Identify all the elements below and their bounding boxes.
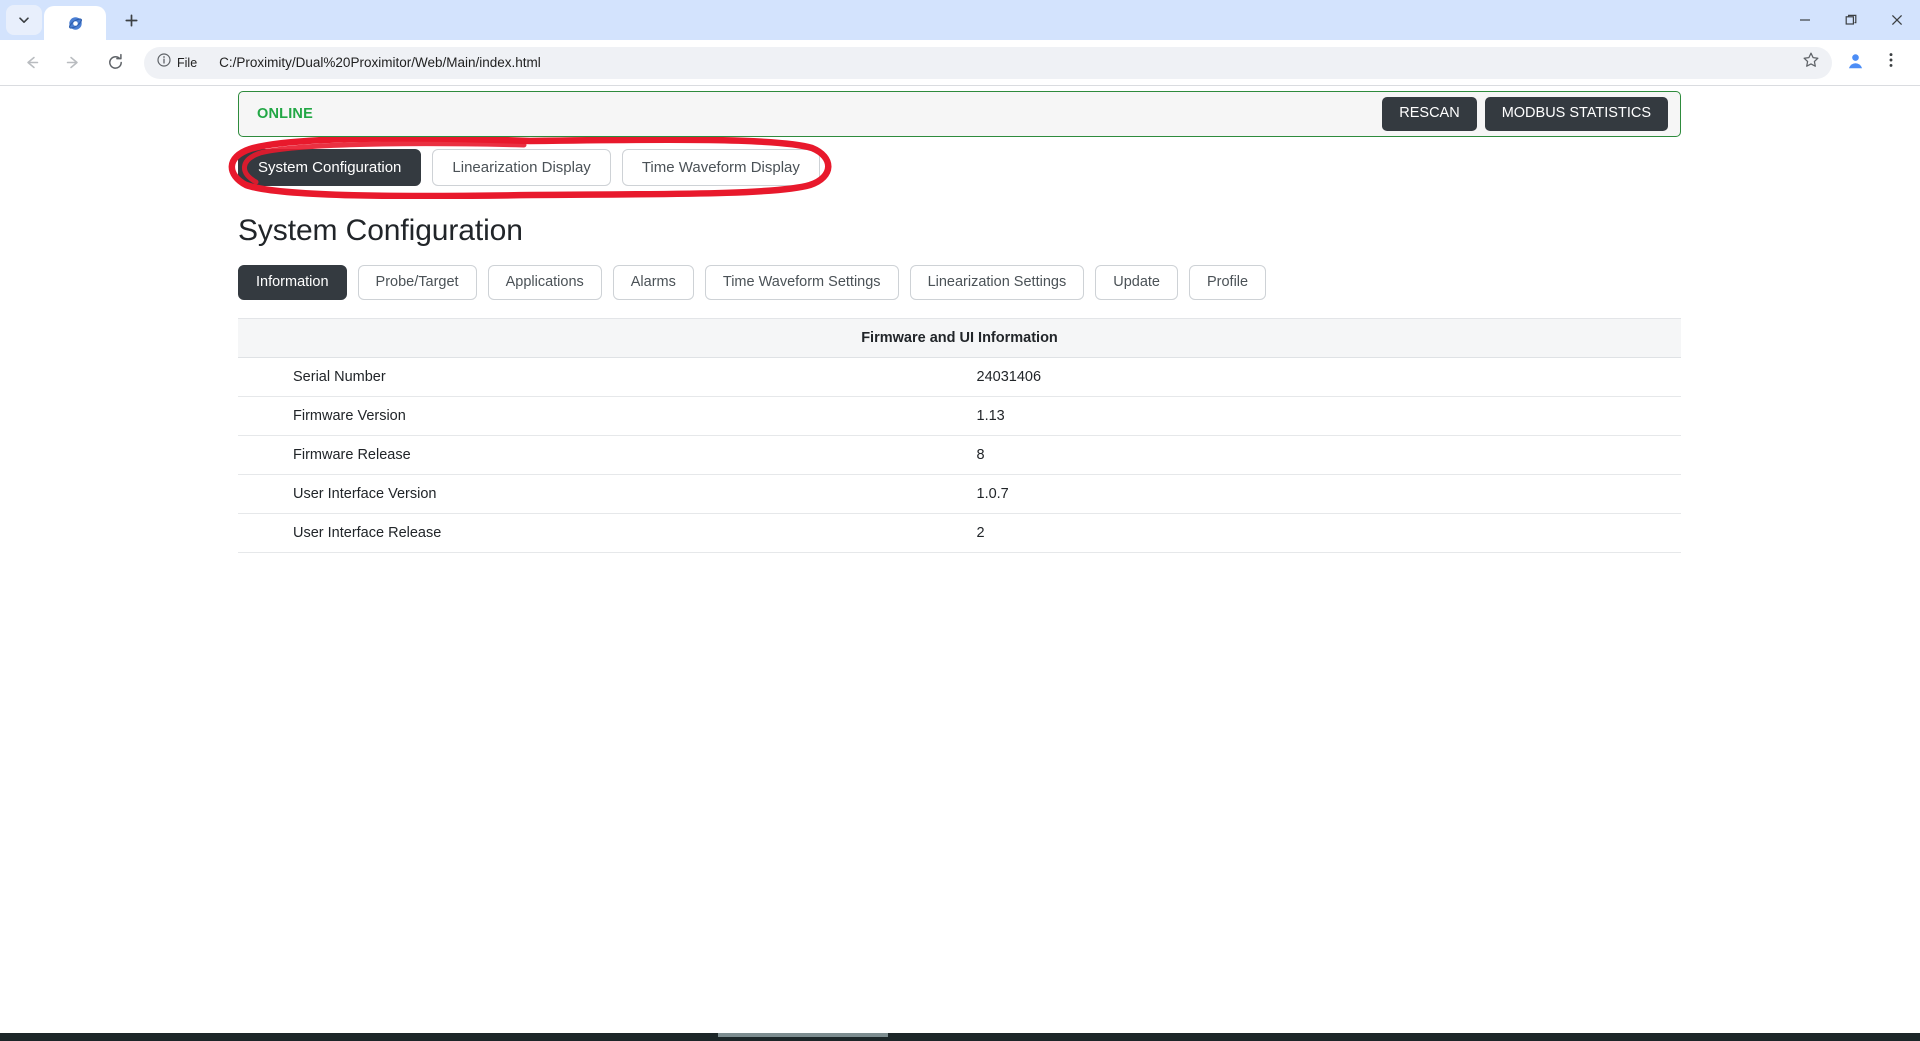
row-label: Firmware Release [238, 435, 960, 475]
table-row: User Interface Version 1.0.7 [238, 474, 1681, 514]
browser-tab-strip [0, 0, 1920, 40]
new-tab-button[interactable] [116, 5, 146, 35]
table-row: Firmware Release 8 [238, 435, 1681, 475]
table-body: Serial Number 24031406 Firmware Version … [238, 357, 1681, 553]
rescan-button[interactable]: RESCAN [1382, 97, 1477, 131]
file-scheme-label: File [177, 55, 198, 70]
maximize-button[interactable] [1828, 0, 1874, 40]
profile-avatar-icon [1845, 50, 1866, 76]
tab-linearization-display[interactable]: Linearization Display [432, 149, 611, 187]
table-row: User Interface Release 2 [238, 513, 1681, 553]
table-header-row: Firmware and UI Information [238, 317, 1681, 358]
sub-tab-bar: Information Probe/Target Applications Al… [238, 265, 1681, 300]
reload-button[interactable] [98, 46, 132, 80]
forward-button[interactable] [56, 46, 90, 80]
star-icon [1802, 51, 1820, 74]
forward-arrow-icon [64, 53, 83, 72]
profile-button[interactable] [1838, 46, 1872, 80]
browser-menu-button[interactable] [1874, 46, 1908, 80]
status-banner-actions: RESCAN MODBUS STATISTICS [1382, 97, 1668, 131]
firmware-info-table: Firmware and UI Information Serial Numbe… [238, 317, 1681, 553]
three-dot-menu-icon [1882, 51, 1900, 74]
page-title: System Configuration [238, 214, 523, 248]
page-container: ONLINE RESCAN MODBUS STATISTICS System C… [228, 91, 1681, 553]
back-button[interactable] [14, 46, 48, 80]
desktop-taskbar-edge [0, 1033, 1920, 1041]
status-badge: ONLINE [257, 106, 313, 122]
row-label: Firmware Version [238, 396, 960, 436]
subtab-time-waveform-settings[interactable]: Time Waveform Settings [704, 265, 899, 300]
subtab-profile[interactable]: Profile [1188, 265, 1267, 300]
main-tab-bar: System Configuration Linearization Displ… [228, 137, 1681, 199]
row-value: 8 [959, 435, 1681, 475]
close-button[interactable] [1874, 0, 1920, 40]
toolbar-right-actions [1838, 46, 1910, 80]
taskbar-highlight [718, 1033, 888, 1037]
tab-system-configuration[interactable]: System Configuration [238, 149, 422, 187]
back-arrow-icon [22, 53, 41, 72]
chevron-down-icon [17, 13, 31, 27]
address-bar-url: C:/Proximity/Dual%20Proximitor/Web/Main/… [219, 55, 541, 70]
subtab-linearization-settings[interactable]: Linearization Settings [909, 265, 1085, 300]
close-icon [1891, 14, 1903, 26]
minimize-icon [1799, 14, 1811, 26]
row-value: 1.13 [959, 396, 1681, 436]
subtab-update[interactable]: Update [1095, 265, 1178, 300]
table-head: Firmware and UI Information [238, 317, 1681, 358]
bookmark-button[interactable] [1796, 48, 1826, 78]
file-scheme-chip[interactable]: File [154, 50, 205, 75]
table-header-title: Firmware and UI Information [238, 317, 1681, 358]
address-bar[interactable]: File C:/Proximity/Dual%20Proximitor/Web/… [144, 46, 1832, 79]
row-value: 24031406 [959, 357, 1681, 397]
row-label: User Interface Version [238, 474, 960, 514]
browser-tab[interactable] [44, 6, 106, 40]
window-controls [1782, 0, 1920, 40]
subtab-alarms[interactable]: Alarms [612, 265, 694, 300]
row-value: 1.0.7 [959, 474, 1681, 514]
table-row: Firmware Version 1.13 [238, 396, 1681, 436]
plus-icon [124, 13, 139, 28]
maximize-icon [1845, 14, 1857, 26]
browser-toolbar: File C:/Proximity/Dual%20Proximitor/Web/… [0, 40, 1920, 85]
row-label: Serial Number [238, 357, 960, 397]
info-circle-icon [156, 52, 172, 73]
row-value: 2 [959, 513, 1681, 553]
subtab-applications[interactable]: Applications [487, 265, 602, 300]
browser-window: File C:/Proximity/Dual%20Proximitor/Web/… [0, 0, 1920, 1041]
modbus-statistics-button[interactable]: MODBUS STATISTICS [1484, 97, 1668, 131]
status-banner: ONLINE RESCAN MODBUS STATISTICS [238, 91, 1681, 137]
globe-favicon [67, 15, 84, 32]
table-row: Serial Number 24031406 [238, 357, 1681, 397]
tab-time-waveform-display[interactable]: Time Waveform Display [621, 149, 820, 187]
reload-icon [106, 53, 125, 72]
subtab-information[interactable]: Information [238, 265, 347, 300]
row-label: User Interface Release [238, 513, 960, 553]
subtab-probe-target[interactable]: Probe/Target [357, 265, 477, 300]
page-viewport: ONLINE RESCAN MODBUS STATISTICS System C… [0, 86, 1920, 1036]
minimize-button[interactable] [1782, 0, 1828, 40]
tab-search-button[interactable] [6, 5, 42, 35]
